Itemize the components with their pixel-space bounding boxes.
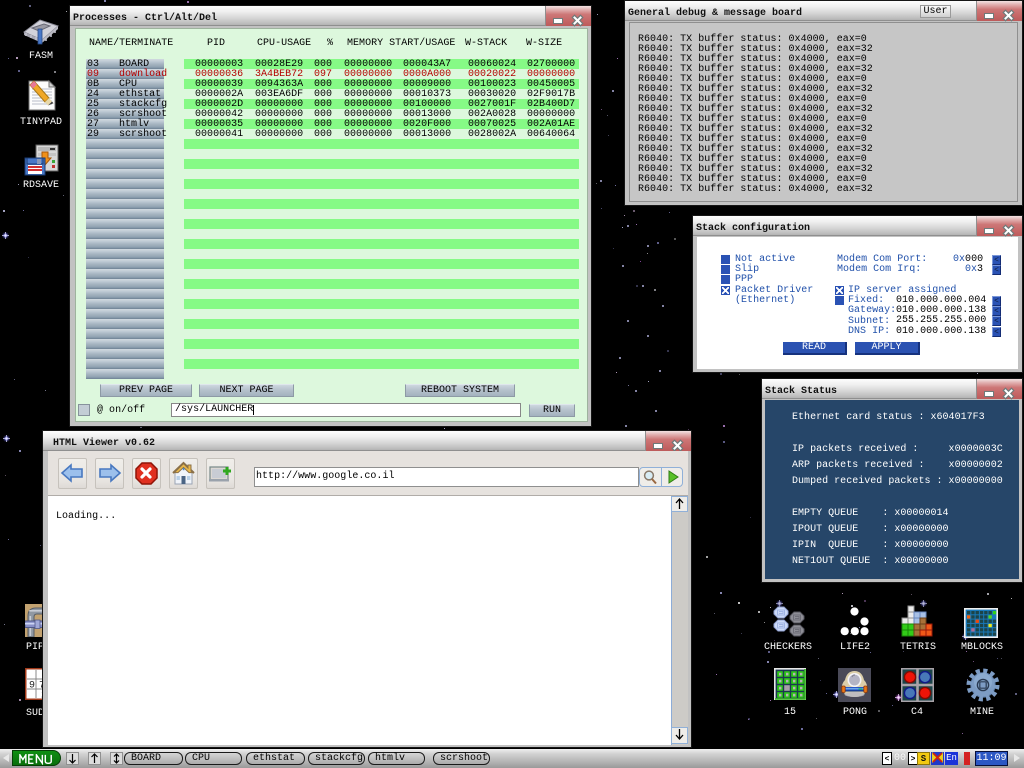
svg-text:9: 9 (29, 681, 35, 692)
